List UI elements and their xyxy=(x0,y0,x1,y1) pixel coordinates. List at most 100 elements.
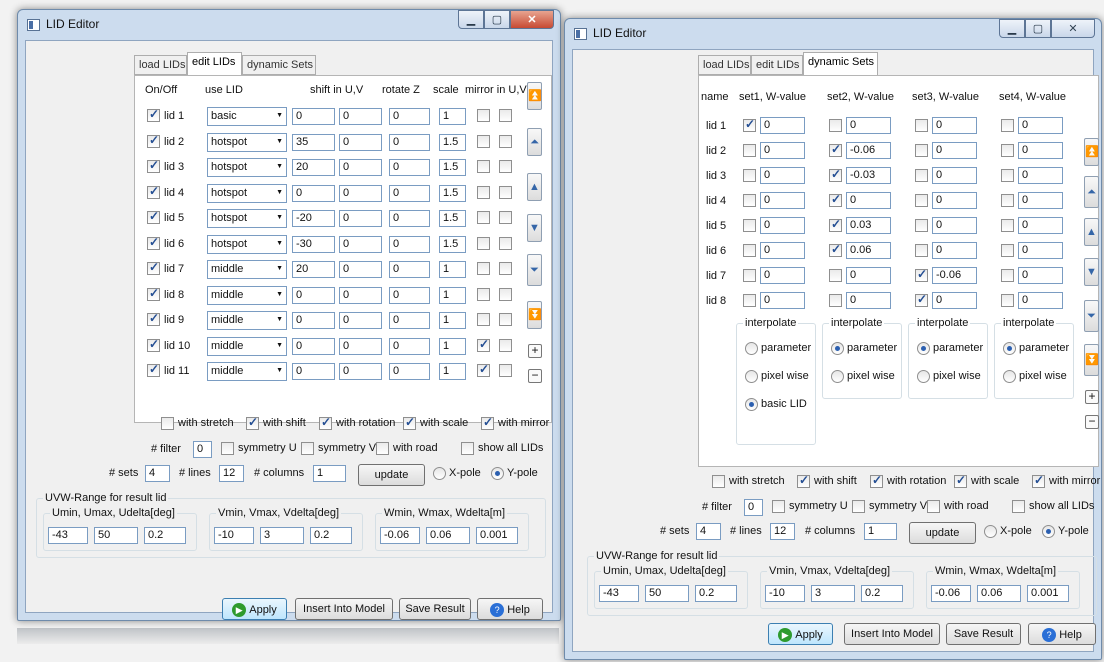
use-lid-select[interactable]: middle xyxy=(207,362,287,381)
set1-w-input[interactable]: 0 xyxy=(760,292,805,309)
lid-enable-checkbox[interactable] xyxy=(147,286,160,301)
use-lid-select[interactable]: middle xyxy=(207,285,287,305)
shift-u-input[interactable]: 0 xyxy=(292,184,335,202)
shift-u-input[interactable]: 0 xyxy=(292,363,335,380)
rotate-input[interactable]: 0 xyxy=(389,286,430,304)
move-top-button[interactable]: ⏫ xyxy=(1084,138,1099,166)
move-up-fast-button[interactable]: ⏶ xyxy=(527,128,542,156)
scale-input[interactable]: 1 xyxy=(439,261,466,278)
uvw-w-input-2[interactable]: 0.001 xyxy=(476,527,518,544)
uvw-v-input-0[interactable]: -10 xyxy=(214,527,254,544)
set2-w-input[interactable]: -0.06 xyxy=(846,142,891,159)
set4-w-input[interactable]: 0 xyxy=(1018,242,1063,259)
option2-checkbox-3[interactable] xyxy=(461,442,474,455)
shift-u-input[interactable]: -20 xyxy=(292,210,335,227)
x-pole-radio[interactable] xyxy=(984,525,997,538)
option-checkbox-4[interactable] xyxy=(1032,473,1045,488)
tab-edit-lids[interactable]: edit LIDs xyxy=(751,55,803,75)
lid-enable-checkbox[interactable] xyxy=(147,362,160,377)
shift-v-input[interactable]: 0 xyxy=(339,159,382,176)
scale-input[interactable]: 1.5 xyxy=(439,235,466,253)
tab-dynamic-sets[interactable]: dynamic Sets xyxy=(242,55,316,75)
close-button[interactable]: ✕ xyxy=(1051,19,1095,38)
scale-input[interactable]: 1.5 xyxy=(439,184,466,202)
uvw-u-input-1[interactable]: 50 xyxy=(94,527,138,544)
set2-w-input[interactable]: 0 xyxy=(846,117,891,134)
set4-checkbox[interactable] xyxy=(1001,119,1014,132)
insert-into-model-button[interactable]: Insert Into Model xyxy=(844,623,940,645)
move-up-fast-button[interactable]: ⏶ xyxy=(1084,176,1099,208)
shift-u-input[interactable]: 35 xyxy=(292,133,335,151)
set3-w-input[interactable]: 0 xyxy=(932,142,977,159)
columns-input[interactable]: 1 xyxy=(864,523,897,540)
mirror-v-checkbox[interactable] xyxy=(499,338,512,352)
set3-w-input[interactable]: 0 xyxy=(932,217,977,234)
mirror-v-checkbox[interactable] xyxy=(499,211,512,224)
save-result-button[interactable]: Save Result xyxy=(946,623,1021,645)
uvw-u-input-2[interactable]: 0.2 xyxy=(144,527,186,544)
uvw-v-input-2[interactable]: 0.2 xyxy=(310,527,352,544)
shift-u-input[interactable]: 0 xyxy=(292,337,335,355)
move-down-fast-button[interactable]: ⏷ xyxy=(527,254,542,286)
basic-lid-radio[interactable] xyxy=(745,398,758,411)
shift-u-input[interactable]: 0 xyxy=(292,286,335,304)
set2-checkbox[interactable] xyxy=(829,119,842,132)
mirror-v-checkbox[interactable] xyxy=(499,134,512,148)
use-lid-select[interactable]: hotspot xyxy=(207,132,287,152)
save-result-button[interactable]: Save Result xyxy=(399,598,471,620)
set1-checkbox[interactable] xyxy=(743,144,756,157)
y-pole-radio[interactable] xyxy=(491,467,504,480)
shift-v-input[interactable]: 0 xyxy=(339,261,382,278)
rotate-input[interactable]: 0 xyxy=(389,108,430,125)
option2-checkbox-1[interactable] xyxy=(852,500,865,513)
uvw-w-input-2[interactable]: 0.001 xyxy=(1027,585,1069,602)
minimize-button[interactable]: ▁ xyxy=(458,10,484,29)
set1-checkbox[interactable] xyxy=(743,219,756,232)
tab-edit-lids[interactable]: edit LIDs xyxy=(187,52,242,75)
set3-checkbox[interactable] xyxy=(915,194,928,207)
option2-checkbox-2[interactable] xyxy=(927,500,940,513)
rotate-input[interactable]: 0 xyxy=(389,363,430,380)
set3-w-input[interactable]: 0 xyxy=(932,242,977,259)
rotate-input[interactable]: 0 xyxy=(389,261,430,278)
shift-v-input[interactable]: 0 xyxy=(339,286,382,304)
uvw-u-input-0[interactable]: -43 xyxy=(48,527,88,544)
scale-input[interactable]: 1 xyxy=(439,312,466,329)
shift-v-input[interactable]: 0 xyxy=(339,133,382,151)
set1-checkbox[interactable] xyxy=(743,294,756,307)
shift-u-input[interactable]: 20 xyxy=(292,261,335,278)
mirror-v-checkbox[interactable] xyxy=(499,313,512,326)
lid-enable-checkbox[interactable] xyxy=(147,209,160,224)
mirror-u-checkbox[interactable] xyxy=(477,262,490,275)
mirror-u-checkbox[interactable] xyxy=(477,185,490,199)
set1-w-input[interactable]: 0 xyxy=(760,192,805,209)
option2-checkbox-2[interactable] xyxy=(376,442,389,455)
title-bar[interactable]: LID Editor ▁ ▢ ✕ xyxy=(565,19,1101,49)
maximize-button[interactable]: ▢ xyxy=(484,10,510,29)
use-lid-select[interactable]: middle xyxy=(207,311,287,330)
scale-input[interactable]: 1 xyxy=(439,108,466,125)
set4-checkbox[interactable] xyxy=(1001,144,1014,157)
set2-w-input[interactable]: -0.03 xyxy=(846,167,891,184)
option2-checkbox-1[interactable] xyxy=(301,442,314,455)
set1-w-input[interactable]: 0 xyxy=(760,242,805,259)
set1-w-input[interactable]: 0 xyxy=(760,267,805,284)
shift-v-input[interactable]: 0 xyxy=(339,235,382,253)
set2-checkbox[interactable] xyxy=(829,167,842,182)
set1-checkbox[interactable] xyxy=(743,269,756,282)
set2-w-input[interactable]: 0 xyxy=(846,192,891,209)
y-pole-radio[interactable] xyxy=(1042,525,1055,538)
set1-checkbox[interactable] xyxy=(743,169,756,182)
tab-dynamic-sets[interactable]: dynamic Sets xyxy=(803,52,878,75)
help-button[interactable]: ? Help xyxy=(1028,623,1096,645)
set4-w-input[interactable]: 0 xyxy=(1018,117,1063,134)
set3-w-input[interactable]: -0.06 xyxy=(932,267,977,284)
scale-input[interactable]: 1.5 xyxy=(439,159,466,176)
lines-input[interactable]: 12 xyxy=(219,465,244,482)
shift-v-input[interactable]: 0 xyxy=(339,337,382,355)
set1-w-input[interactable]: 0 xyxy=(760,117,805,134)
shift-v-input[interactable]: 0 xyxy=(339,363,382,380)
mirror-u-checkbox[interactable] xyxy=(477,337,490,352)
set3-w-input[interactable]: 0 xyxy=(932,167,977,184)
set2-w-input[interactable]: 0 xyxy=(846,292,891,309)
